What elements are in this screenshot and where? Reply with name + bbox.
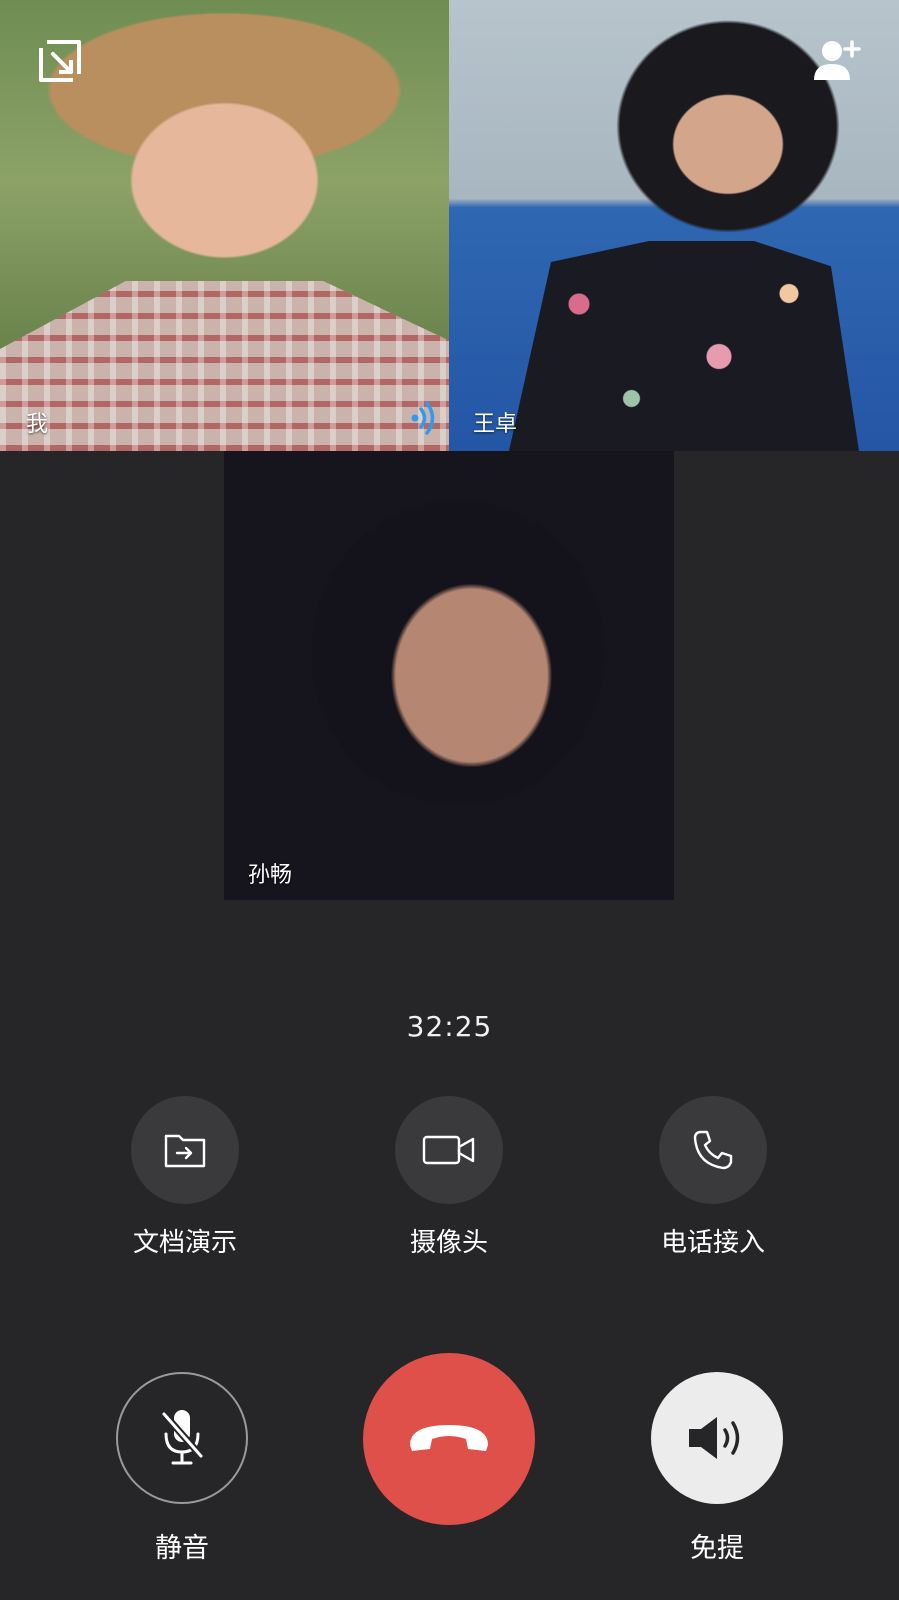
add-person-icon[interactable] — [812, 36, 862, 86]
button-circle[interactable] — [659, 1096, 767, 1204]
microphone-off-icon — [160, 1410, 205, 1465]
hang-up-button[interactable] — [363, 1353, 535, 1525]
video-frame — [509, 241, 859, 451]
video-tile-participant[interactable]: 孙畅 — [224, 451, 674, 900]
button-circle[interactable] — [116, 1372, 248, 1504]
participant-name: 我 — [26, 412, 49, 437]
video-frame — [0, 281, 449, 451]
dial-in-button[interactable]: 电话接入 — [633, 1096, 793, 1259]
button-circle[interactable] — [395, 1096, 503, 1204]
video-camera-icon — [422, 1135, 475, 1165]
call-duration: 32:25 — [406, 1010, 493, 1043]
speaker-button[interactable]: 免提 — [637, 1372, 797, 1565]
doc-present-button[interactable]: 文档演示 — [105, 1096, 265, 1259]
video-call-screen: 我 王卓 孙畅 32:25 文档演示 摄像头 电话接入 静音 免提 — [0, 0, 899, 1600]
button-circle[interactable] — [651, 1372, 783, 1504]
camera-label: 摄像头 — [409, 1228, 488, 1258]
mute-button[interactable]: 静音 — [102, 1372, 262, 1565]
phone-icon — [693, 1130, 733, 1170]
speaking-indicator-icon — [411, 401, 435, 435]
speaker-label: 免提 — [690, 1533, 744, 1564]
button-circle[interactable] — [363, 1353, 535, 1525]
folder-share-icon — [164, 1134, 206, 1168]
dial-in-label: 电话接入 — [660, 1228, 765, 1258]
camera-button[interactable]: 摄像头 — [369, 1096, 529, 1259]
hang-up-icon — [410, 1425, 488, 1451]
participant-name: 孙畅 — [248, 863, 293, 888]
speaker-icon — [689, 1417, 740, 1459]
doc-present-label: 文档演示 — [132, 1228, 237, 1258]
minimize-window-icon[interactable] — [35, 36, 85, 86]
participant-name: 王卓 — [473, 412, 518, 437]
mute-label: 静音 — [155, 1533, 209, 1564]
button-circle[interactable] — [131, 1096, 239, 1204]
